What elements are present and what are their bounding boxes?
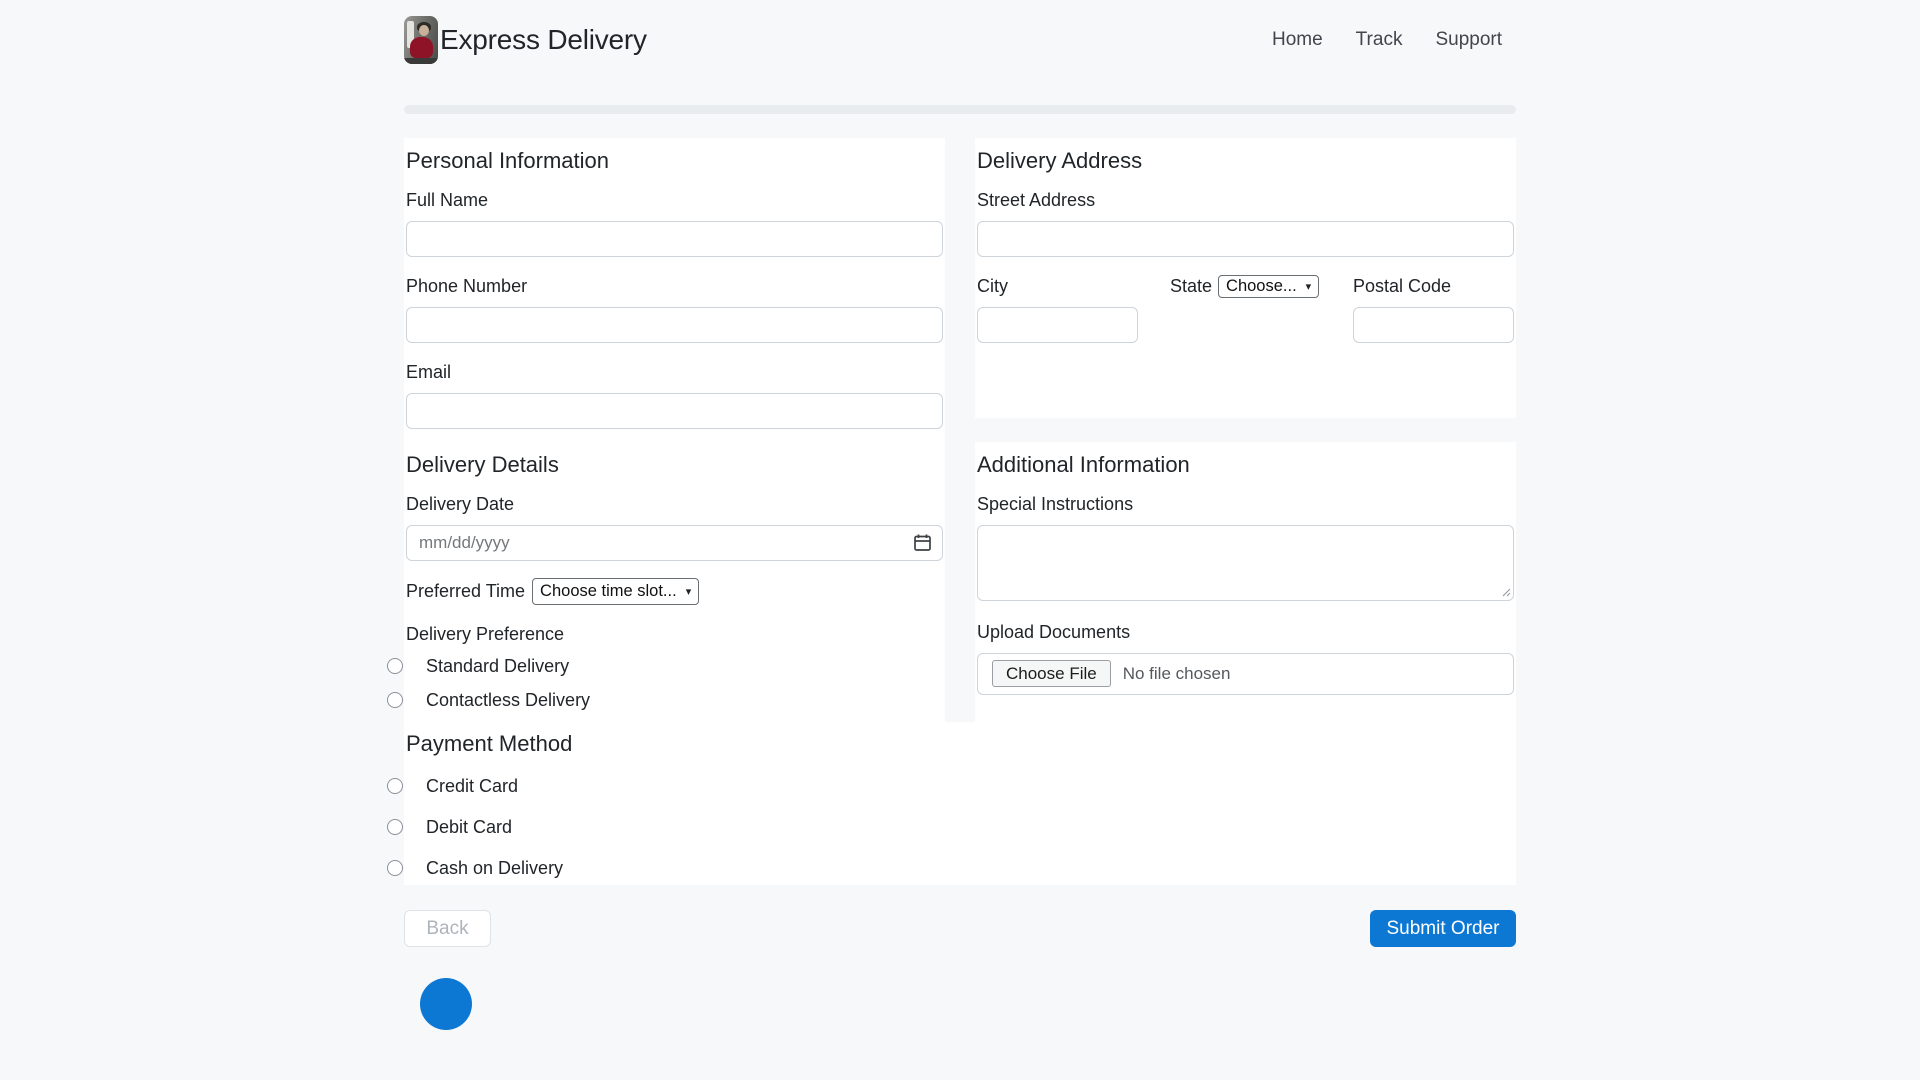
- postal-code-field: Postal Code: [1353, 276, 1514, 343]
- state-label: State: [1170, 276, 1212, 297]
- nav-link-home[interactable]: Home: [1272, 29, 1323, 51]
- progress-bar: [404, 105, 1516, 114]
- delivery-date-input[interactable]: [406, 525, 943, 561]
- city-state-postal-row: City State Choose... ▾ Postal Code: [977, 276, 1514, 343]
- special-instructions-textarea[interactable]: [977, 525, 1514, 601]
- logo-face-shape: [419, 25, 429, 36]
- city-input[interactable]: [977, 307, 1138, 343]
- file-status-text: No file chosen: [1123, 664, 1231, 684]
- left-column: Personal Information Full Name Phone Num…: [404, 138, 945, 722]
- delivery-address-title: Delivery Address: [977, 147, 1514, 175]
- fab-button[interactable]: [420, 978, 472, 1030]
- payment-method-section: Payment Method Credit Card Debit Card Ca…: [404, 722, 1516, 885]
- main-nav: Home Track Support: [1272, 29, 1516, 51]
- personal-information-title: Personal Information: [406, 147, 943, 175]
- form-footer: Back Submit Order: [404, 910, 1516, 947]
- logo-base-shape: [404, 58, 438, 64]
- cash-on-delivery-option: Cash on Delivery: [406, 857, 1514, 881]
- form-columns: Personal Information Full Name Phone Num…: [404, 138, 1516, 722]
- phone-number-input[interactable]: [406, 307, 943, 343]
- payment-method-title: Payment Method: [406, 730, 1514, 758]
- delivery-details-title: Delivery Details: [406, 451, 943, 479]
- state-selected-value: Choose...: [1226, 277, 1297, 296]
- header: Express Delivery Home Track Support: [404, 0, 1516, 80]
- postal-code-input[interactable]: [1353, 307, 1514, 343]
- postal-code-label: Postal Code: [1353, 276, 1514, 297]
- standard-delivery-label: Standard Delivery: [426, 656, 569, 676]
- city-field: City: [977, 276, 1138, 343]
- logo-red-shirt-shape: [410, 37, 433, 58]
- debit-card-option: Debit Card: [406, 816, 1514, 840]
- special-instructions-field: [977, 525, 1514, 601]
- street-address-label: Street Address: [977, 190, 1514, 211]
- contactless-delivery-option: Contactless Delivery: [406, 689, 943, 713]
- credit-card-radio[interactable]: [387, 778, 403, 794]
- delivery-date-label: Delivery Date: [406, 494, 943, 515]
- cash-on-delivery-label: Cash on Delivery: [426, 858, 563, 878]
- chevron-down-icon: ▾: [686, 585, 692, 598]
- email-input[interactable]: [406, 393, 943, 429]
- time-slot-selected-value: Choose time slot...: [540, 582, 677, 601]
- right-column: Delivery Address Street Address City Sta…: [975, 138, 1516, 722]
- phone-number-label: Phone Number: [406, 276, 943, 297]
- calendar-icon[interactable]: [914, 534, 931, 551]
- city-label: City: [977, 276, 1138, 297]
- state-field: State Choose... ▾: [1170, 276, 1319, 343]
- delivery-date-field: [406, 525, 943, 561]
- preferred-time-row: Preferred Time Choose time slot... ▾: [406, 578, 943, 605]
- delivery-address-section: Delivery Address Street Address City Sta…: [975, 138, 1516, 418]
- nav-link-track[interactable]: Track: [1356, 29, 1403, 51]
- full-name-input[interactable]: [406, 221, 943, 257]
- debit-card-label: Debit Card: [426, 817, 512, 837]
- credit-card-option: Credit Card: [406, 775, 1514, 799]
- contactless-delivery-radio[interactable]: [387, 692, 403, 708]
- additional-information-title: Additional Information: [977, 451, 1514, 479]
- nav-link-support[interactable]: Support: [1435, 29, 1502, 51]
- back-button[interactable]: Back: [404, 910, 491, 947]
- choose-file-button[interactable]: Choose File: [992, 660, 1111, 687]
- cash-on-delivery-radio[interactable]: [387, 860, 403, 876]
- time-slot-select[interactable]: Choose time slot... ▾: [532, 578, 699, 605]
- brand-title: Express Delivery: [440, 24, 647, 56]
- state-select[interactable]: Choose... ▾: [1218, 275, 1319, 298]
- standard-delivery-option: Standard Delivery: [406, 655, 943, 679]
- additional-information-section: Additional Information Special Instructi…: [975, 442, 1516, 722]
- personal-information-section: Personal Information Full Name Phone Num…: [404, 138, 945, 442]
- street-address-input[interactable]: [977, 221, 1514, 257]
- preferred-time-label: Preferred Time: [406, 581, 525, 602]
- resize-handle-icon[interactable]: [1501, 587, 1511, 597]
- upload-documents-label: Upload Documents: [977, 622, 1514, 643]
- brand: Express Delivery: [404, 16, 647, 64]
- email-label: Email: [406, 362, 943, 383]
- submit-order-button[interactable]: Submit Order: [1370, 910, 1516, 947]
- delivery-details-section: Delivery Details Delivery Date Preferred…: [404, 442, 945, 722]
- file-upload-box[interactable]: Choose File No file chosen: [977, 653, 1514, 695]
- delivery-preference-label: Delivery Preference: [406, 624, 943, 645]
- special-instructions-label: Special Instructions: [977, 494, 1514, 515]
- debit-card-radio[interactable]: [387, 819, 403, 835]
- page-container: Express Delivery Home Track Support Pers…: [404, 0, 1516, 1030]
- standard-delivery-radio[interactable]: [387, 658, 403, 674]
- full-name-label: Full Name: [406, 190, 943, 211]
- credit-card-label: Credit Card: [426, 776, 518, 796]
- courier-person-photo-logo: [404, 16, 438, 64]
- chevron-down-icon: ▾: [1306, 280, 1312, 293]
- contactless-delivery-label: Contactless Delivery: [426, 690, 590, 710]
